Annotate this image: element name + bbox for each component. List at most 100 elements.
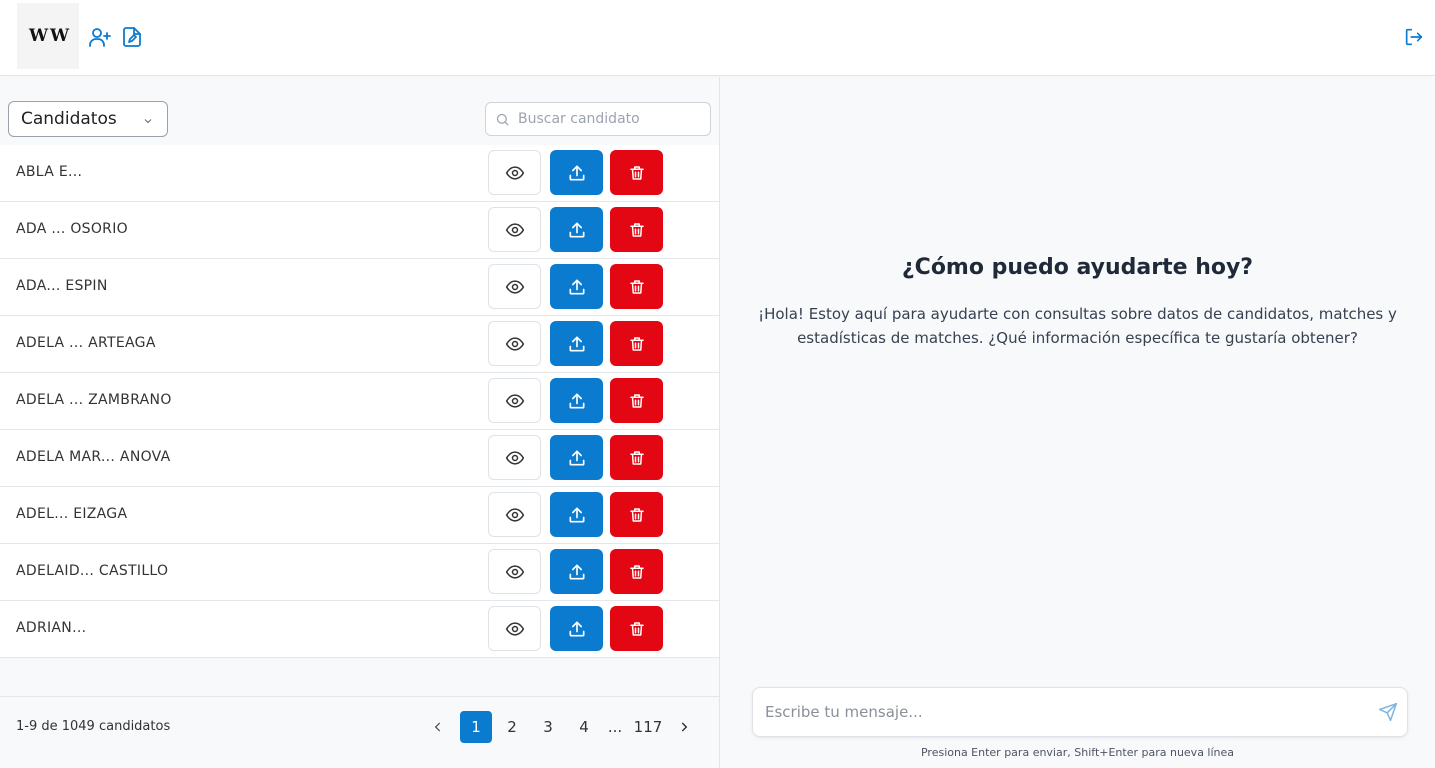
view-candidate-button[interactable] bbox=[488, 207, 541, 252]
chat-input-box bbox=[752, 687, 1408, 737]
delete-candidate-button[interactable] bbox=[610, 150, 663, 195]
candidate-row: ADEL... EIZAGA bbox=[0, 487, 719, 544]
view-candidate-button[interactable] bbox=[488, 492, 541, 537]
trash-icon bbox=[628, 506, 646, 524]
candidate-name: ADELAID... CASTILLO bbox=[16, 563, 169, 579]
trash-icon bbox=[628, 335, 646, 353]
eye-icon bbox=[505, 163, 525, 183]
view-candidate-button[interactable] bbox=[488, 549, 541, 594]
candidate-row: ADELA MAR... ANOVA bbox=[0, 430, 719, 487]
upload-candidate-button[interactable] bbox=[550, 435, 603, 480]
trash-icon bbox=[628, 392, 646, 410]
upload-candidate-button[interactable] bbox=[550, 150, 603, 195]
candidate-row: ABLA E... bbox=[0, 145, 719, 202]
view-candidate-button[interactable] bbox=[488, 435, 541, 480]
candidate-name: ADA... ESPIN bbox=[16, 278, 108, 294]
candidate-search bbox=[485, 102, 711, 136]
page-ellipsis: ... bbox=[607, 718, 623, 736]
upload-icon bbox=[567, 277, 587, 297]
candidate-row: ADA... ESPIN bbox=[0, 259, 719, 316]
upload-candidate-button[interactable] bbox=[550, 321, 603, 366]
candidate-name: ADA ... OSORIO bbox=[16, 221, 128, 237]
page-3-button[interactable]: 3 bbox=[536, 711, 560, 743]
trash-icon bbox=[628, 221, 646, 239]
candidate-name: ADEL... EIZAGA bbox=[16, 506, 128, 522]
upload-icon bbox=[567, 391, 587, 411]
view-candidate-button[interactable] bbox=[488, 150, 541, 195]
candidates-panel: Candidatos ABLA E... ADA ... OSORIO ADA...… bbox=[0, 77, 720, 768]
pagination-footer: 1-9 de 1049 candidatos 1 2 3 4 ... 117 bbox=[0, 696, 719, 768]
upload-candidate-button[interactable] bbox=[550, 207, 603, 252]
user-plus-icon[interactable] bbox=[87, 24, 113, 50]
trash-icon bbox=[628, 449, 646, 467]
trash-icon bbox=[628, 563, 646, 581]
candidate-row: ADA ... OSORIO bbox=[0, 202, 719, 259]
eye-icon bbox=[505, 334, 525, 354]
upload-icon bbox=[567, 448, 587, 468]
trash-icon bbox=[628, 278, 646, 296]
upload-icon bbox=[567, 619, 587, 639]
view-candidate-button[interactable] bbox=[488, 606, 541, 651]
upload-icon bbox=[567, 562, 587, 582]
upload-candidate-button[interactable] bbox=[550, 492, 603, 537]
entity-select[interactable]: Candidatos bbox=[8, 101, 168, 137]
page-2-button[interactable]: 2 bbox=[500, 711, 524, 743]
upload-icon bbox=[567, 334, 587, 354]
eye-icon bbox=[505, 448, 525, 468]
prev-page-button[interactable] bbox=[428, 711, 448, 743]
entity-select-value: Candidatos bbox=[21, 109, 117, 129]
view-candidate-button[interactable] bbox=[488, 264, 541, 309]
eye-icon bbox=[505, 220, 525, 240]
next-page-button[interactable] bbox=[674, 711, 694, 743]
candidate-name: ADELA MAR... ANOVA bbox=[16, 449, 171, 465]
upload-icon bbox=[567, 505, 587, 525]
results-count: 1-9 de 1049 candidatos bbox=[16, 719, 171, 734]
delete-candidate-button[interactable] bbox=[610, 378, 663, 423]
eye-icon bbox=[505, 505, 525, 525]
upload-candidate-button[interactable] bbox=[550, 606, 603, 651]
send-icon[interactable] bbox=[1378, 702, 1398, 726]
candidate-name: ABLA E... bbox=[16, 164, 83, 180]
chat-message-input[interactable] bbox=[765, 703, 1355, 721]
eye-icon bbox=[505, 619, 525, 639]
eye-icon bbox=[505, 562, 525, 582]
delete-candidate-button[interactable] bbox=[610, 264, 663, 309]
candidate-name: ADELA ... ARTEAGA bbox=[16, 335, 156, 351]
eye-icon bbox=[505, 391, 525, 411]
view-candidate-button[interactable] bbox=[488, 378, 541, 423]
upload-icon bbox=[567, 220, 587, 240]
chevron-down-icon bbox=[142, 112, 154, 132]
delete-candidate-button[interactable] bbox=[610, 492, 663, 537]
page-4-button[interactable]: 4 bbox=[572, 711, 596, 743]
upload-candidate-button[interactable] bbox=[550, 378, 603, 423]
brand-logo[interactable]: W W bbox=[17, 3, 79, 69]
candidate-name: ADRIAN... bbox=[16, 620, 87, 636]
page-117-button[interactable]: 117 bbox=[632, 711, 664, 743]
upload-candidate-button[interactable] bbox=[550, 264, 603, 309]
search-icon bbox=[495, 112, 510, 131]
search-input[interactable] bbox=[518, 111, 703, 127]
delete-candidate-button[interactable] bbox=[610, 207, 663, 252]
candidate-row: ADELAID... CASTILLO bbox=[0, 544, 719, 601]
top-bar: W W bbox=[0, 0, 1435, 76]
view-candidate-button[interactable] bbox=[488, 321, 541, 366]
delete-candidate-button[interactable] bbox=[610, 606, 663, 651]
candidate-row: ADRIAN... bbox=[0, 601, 719, 658]
logout-icon[interactable] bbox=[1401, 24, 1427, 50]
upload-icon bbox=[567, 163, 587, 183]
delete-candidate-button[interactable] bbox=[610, 435, 663, 480]
upload-candidate-button[interactable] bbox=[550, 549, 603, 594]
chat-panel: ¿Cómo puedo ayudarte hoy? ¡Hola! Estoy a… bbox=[720, 77, 1435, 768]
delete-candidate-button[interactable] bbox=[610, 549, 663, 594]
chat-intro: ¡Hola! Estoy aquí para ayudarte con cons… bbox=[758, 305, 1397, 347]
candidate-row: ADELA ... ARTEAGA bbox=[0, 316, 719, 373]
chat-title: ¿Cómo puedo ayudarte hoy? bbox=[901, 255, 1254, 280]
delete-candidate-button[interactable] bbox=[610, 321, 663, 366]
candidate-row: ADELA ... ZAMBRANO bbox=[0, 373, 719, 430]
trash-icon bbox=[628, 620, 646, 638]
chat-hint: Presiona Enter para enviar, Shift+Enter … bbox=[920, 746, 1235, 759]
file-edit-icon[interactable] bbox=[119, 24, 145, 50]
logo-text: W W bbox=[28, 26, 69, 46]
eye-icon bbox=[505, 277, 525, 297]
page-1-button[interactable]: 1 bbox=[460, 711, 492, 743]
